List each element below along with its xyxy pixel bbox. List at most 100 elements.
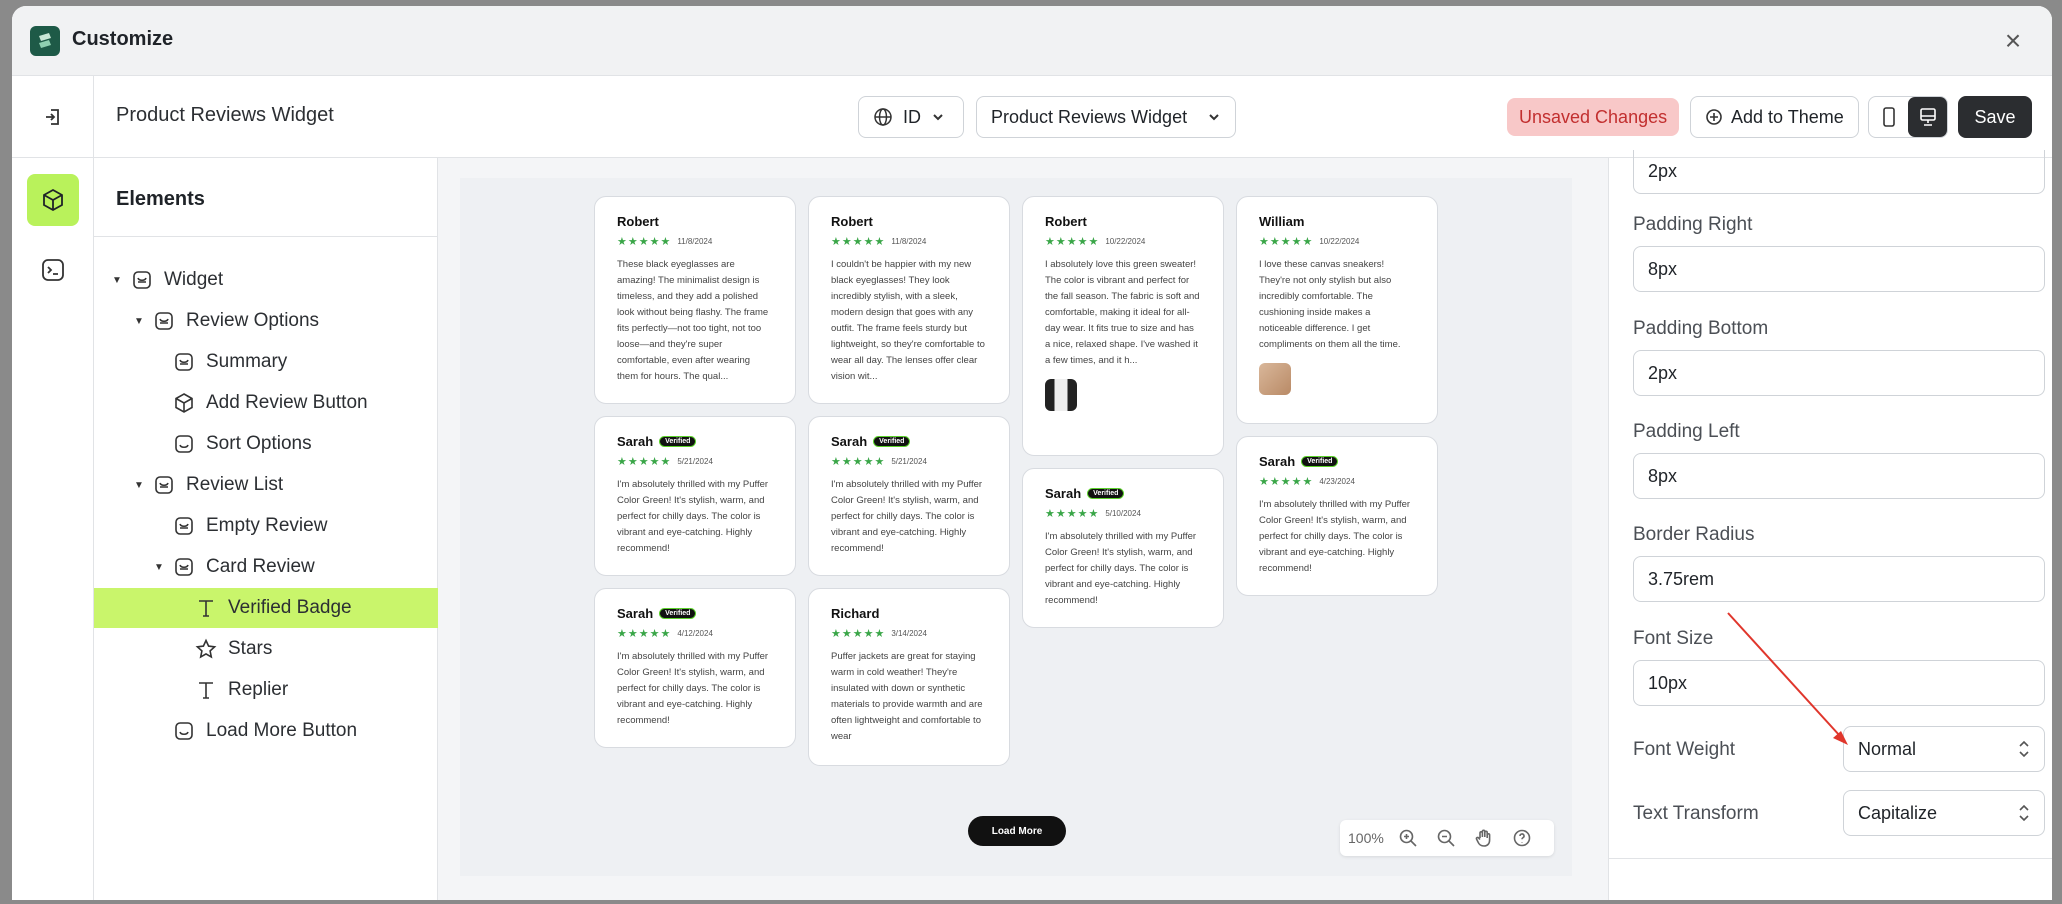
padding-right-label: Padding Right <box>1633 214 1753 235</box>
reviewer-name: Sarah <box>1045 485 1082 501</box>
cube-icon <box>172 391 196 415</box>
rating-stars: ★★★★★ <box>831 235 886 248</box>
cube-icon <box>43 188 63 212</box>
load-more-button[interactable]: Load More <box>968 816 1066 846</box>
font-weight-select[interactable]: Normal <box>1843 726 2045 772</box>
zoom-controls: 100% <box>1340 820 1554 856</box>
verified-badge: Verified <box>1087 487 1125 499</box>
tree-item-summary[interactable]: Summary <box>94 342 438 382</box>
close-icon[interactable]: × <box>1998 26 2028 56</box>
font-weight-label: Font Weight <box>1633 739 1736 760</box>
tree-item-review-options[interactable]: ▼ Review Options <box>94 301 438 341</box>
tree-item-replier[interactable]: Replier <box>94 670 438 710</box>
padding-right-input[interactable]: 8px <box>1633 246 2045 292</box>
tree-item-widget[interactable]: ▼ Widget <box>94 260 438 300</box>
help-icon[interactable] <box>1508 824 1536 852</box>
padding-left-label: Padding Left <box>1633 421 1740 442</box>
caret-down-icon[interactable]: ▼ <box>132 316 146 327</box>
padding-top-input[interactable]: 2px <box>1633 150 2045 194</box>
reviewer-name: Sarah <box>617 433 654 449</box>
review-date: 5/21/2024 <box>677 456 713 466</box>
star-icon <box>194 637 218 661</box>
save-button[interactable]: Save <box>1958 96 2032 138</box>
text-transform-label: Text Transform <box>1633 803 1759 824</box>
review-photo[interactable] <box>1045 379 1077 411</box>
review-date: 5/10/2024 <box>1105 508 1141 518</box>
block-icon <box>172 432 196 456</box>
rating-stars: ★★★★★ <box>1259 475 1314 488</box>
review-card: Robert ★★★★★ 11/8/2024 These black eyegla… <box>594 196 796 404</box>
review-card: Robert ★★★★★ 11/8/2024 I couldn't be happ… <box>808 196 1010 404</box>
review-date: 3/14/2024 <box>891 628 927 638</box>
tree-item-sort-options[interactable]: Sort Options <box>94 424 438 464</box>
review-text: Puffer jackets are great for staying war… <box>831 651 983 742</box>
exit-button[interactable] <box>12 76 94 158</box>
review-text: I absolutely love this green sweater! Th… <box>1045 259 1200 366</box>
language-select[interactable]: ID <box>858 96 964 138</box>
chevron-down-icon <box>1209 114 1219 121</box>
review-text: I'm absolutely thrilled with my Puffer C… <box>831 479 983 554</box>
reviewer-name: Robert <box>1045 213 1087 229</box>
tree-item-empty-review[interactable]: Empty Review <box>94 506 438 546</box>
review-date: 5/21/2024 <box>891 456 927 466</box>
exit-icon <box>45 109 59 125</box>
zoom-level: 100% <box>1348 830 1384 846</box>
verified-badge: Verified <box>873 435 911 447</box>
rating-stars: ★★★★★ <box>831 455 886 468</box>
window-title: Customize <box>72 28 174 50</box>
review-text: I'm absolutely thrilled with my Puffer C… <box>617 479 769 554</box>
review-text: I'm absolutely thrilled with my Puffer C… <box>617 651 769 726</box>
padding-left-input[interactable]: 8px <box>1633 453 2045 499</box>
rating-stars: ★★★★★ <box>1259 235 1314 248</box>
widget-view-select[interactable]: Product Reviews Widget <box>976 96 1236 138</box>
add-to-theme-button[interactable]: Add to Theme <box>1690 96 1859 138</box>
customize-window: Customize × Product Reviews Widget ID Pr… <box>12 6 2052 900</box>
caret-down-icon[interactable]: ▼ <box>152 562 166 573</box>
review-date: 11/8/2024 <box>677 236 713 246</box>
widget-name: Product Reviews Widget <box>116 104 334 126</box>
review-date: 10/22/2024 <box>1319 236 1360 246</box>
font-size-label: Font Size <box>1633 628 1714 649</box>
tree-item-add-review-button[interactable]: Add Review Button <box>94 383 438 423</box>
border-radius-label: Border Radius <box>1633 524 1755 545</box>
tree-item-stars[interactable]: Stars <box>94 629 438 669</box>
desktop-view-button[interactable] <box>1908 97 1947 137</box>
caret-down-icon[interactable]: ▼ <box>132 480 146 491</box>
device-toggle <box>1868 96 1948 138</box>
tree-item-card-review[interactable]: ▼ Card Review <box>94 547 438 587</box>
rating-stars: ★★★★★ <box>1045 507 1100 520</box>
canvas-area: Robert ★★★★★ 11/8/2024 These black eyegla… <box>438 158 1608 900</box>
section-icon <box>172 350 196 374</box>
review-photo[interactable] <box>1259 363 1291 395</box>
zoom-out-icon[interactable] <box>1432 824 1460 852</box>
reviewer-name: Robert <box>831 213 873 229</box>
padding-bottom-input[interactable]: 2px <box>1633 350 2045 396</box>
chevron-down-icon <box>933 114 943 121</box>
caret-down-icon[interactable]: ▼ <box>110 275 124 286</box>
desktop-icon <box>1919 108 1936 126</box>
elements-tab-button[interactable] <box>27 174 79 226</box>
code-tab-button[interactable] <box>37 254 69 286</box>
review-card: Sarah Verified ★★★★★ 5/21/2024 I'm absolut… <box>808 416 1010 576</box>
verified-badge: Verified <box>659 435 697 447</box>
text-icon <box>194 678 218 702</box>
border-radius-input[interactable]: 3.75rem <box>1633 556 2045 602</box>
plus-circle-icon <box>1706 109 1722 125</box>
review-card: Sarah Verified ★★★★★ 5/21/2024 I'm absolut… <box>594 416 796 576</box>
rating-stars: ★★★★★ <box>831 627 886 640</box>
font-size-input[interactable]: 10px <box>1633 660 2045 706</box>
widget-preview: Robert ★★★★★ 11/8/2024 These black eyegla… <box>460 178 1572 876</box>
rating-stars: ★★★★★ <box>617 235 672 248</box>
text-transform-select[interactable]: Capitalize <box>1843 790 2045 836</box>
review-card: Sarah Verified ★★★★★ 5/10/2024 I'm absolut… <box>1022 468 1224 628</box>
screen-frame: Customize × Product Reviews Widget ID Pr… <box>0 0 2062 904</box>
tree-item-review-list[interactable]: ▼ Review List <box>94 465 438 505</box>
tree-item-verified-badge[interactable]: Verified Badge <box>94 588 438 628</box>
review-text: I love these canvas sneakers! They're no… <box>1259 259 1401 350</box>
text-icon <box>194 596 218 620</box>
zoom-in-icon[interactable] <box>1394 824 1422 852</box>
hand-icon[interactable] <box>1470 824 1498 852</box>
review-date: 4/12/2024 <box>677 628 713 638</box>
mobile-view-button[interactable] <box>1869 97 1908 137</box>
tree-item-load-more-button[interactable]: Load More Button <box>94 711 438 751</box>
